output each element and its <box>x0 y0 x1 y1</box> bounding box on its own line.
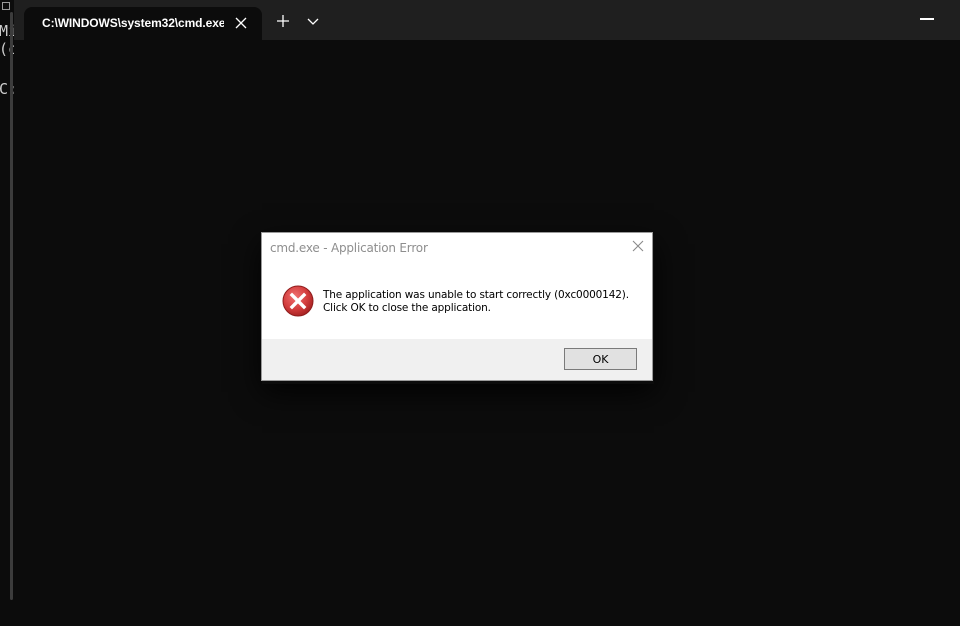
tab-cmd[interactable]: C:\WINDOWS\system32\cmd.exe <box>24 7 262 40</box>
error-icon <box>282 285 314 317</box>
close-icon[interactable] <box>632 240 644 252</box>
plus-icon[interactable] <box>276 14 290 28</box>
tab-title: C:\WINDOWS\system32\cmd.exe <box>42 16 224 30</box>
close-icon[interactable] <box>234 16 248 30</box>
console-app-icon <box>2 2 10 10</box>
chevron-down-icon[interactable] <box>307 16 319 26</box>
error-message-line: The application was unable to start corr… <box>323 289 629 301</box>
minimize-icon[interactable] <box>920 18 934 20</box>
terminal-titlebar: C:\WINDOWS\system32\cmd.exe <box>14 0 960 40</box>
scrollbar[interactable] <box>10 12 13 600</box>
dialog-titlebar: cmd.exe - Application Error <box>262 233 652 263</box>
ok-button[interactable]: OK <box>564 348 637 370</box>
dialog-footer: OK <box>262 339 652 380</box>
application-error-dialog: cmd.exe - Application Error The applicat… <box>261 232 653 381</box>
error-message: The application was unable to start corr… <box>323 289 643 315</box>
error-message-line: Click OK to close the application. <box>323 302 491 314</box>
dialog-title: cmd.exe - Application Error <box>270 241 428 255</box>
